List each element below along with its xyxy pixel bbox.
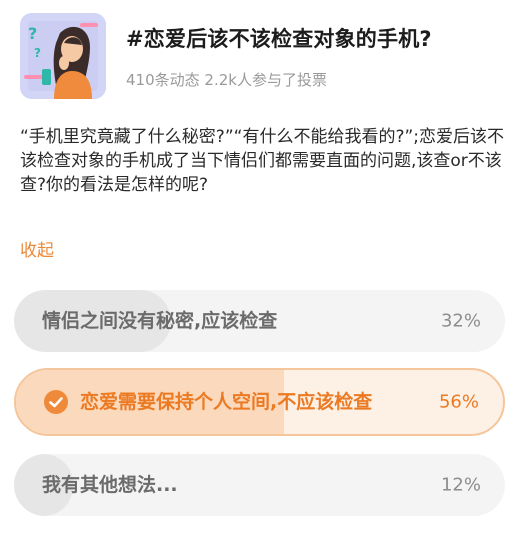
svg-text:?: ?	[34, 46, 41, 60]
collapse-link[interactable]: 收起	[20, 236, 54, 261]
poll-option-3-percent: 12%	[440, 474, 481, 496]
poll-option-3-label: 我有其他想法...	[42, 474, 178, 496]
topic-description: “手机里究竟藏了什么秘密?”“有什么不能给我看的?”;恋爱后该不该检查对象的手机…	[20, 127, 505, 195]
woman-thinking-illustration: ? ?	[20, 13, 106, 99]
topic-stats: 410条动态 2.2k人参与了投票	[126, 71, 327, 89]
check-circle-icon	[44, 390, 68, 414]
poll-option-2-percent: 56%	[438, 391, 479, 413]
poll-option-2[interactable]: 恋爱需要保持个人空间,不应该检查 56%	[14, 368, 505, 436]
svg-text:?: ?	[28, 24, 37, 43]
poll-option-3[interactable]: 我有其他想法... 12%	[14, 454, 505, 516]
topic-title[interactable]: #恋爱后该不该检查对象的手机?	[126, 23, 511, 53]
poll-option-2-label: 恋爱需要保持个人空间,不应该检查	[80, 391, 373, 413]
topic-cover-image[interactable]: ? ?	[20, 13, 106, 99]
poll-option-1[interactable]: 情侣之间没有秘密,应该检查 32%	[14, 290, 505, 352]
poll-option-1-percent: 32%	[440, 310, 481, 332]
topic-header: ? ? #恋爱后该不该检查对象的手机? 410条动态 2.2k人参与了投票	[20, 13, 511, 103]
poll-option-1-label: 情侣之间没有秘密,应该检查	[42, 310, 278, 332]
